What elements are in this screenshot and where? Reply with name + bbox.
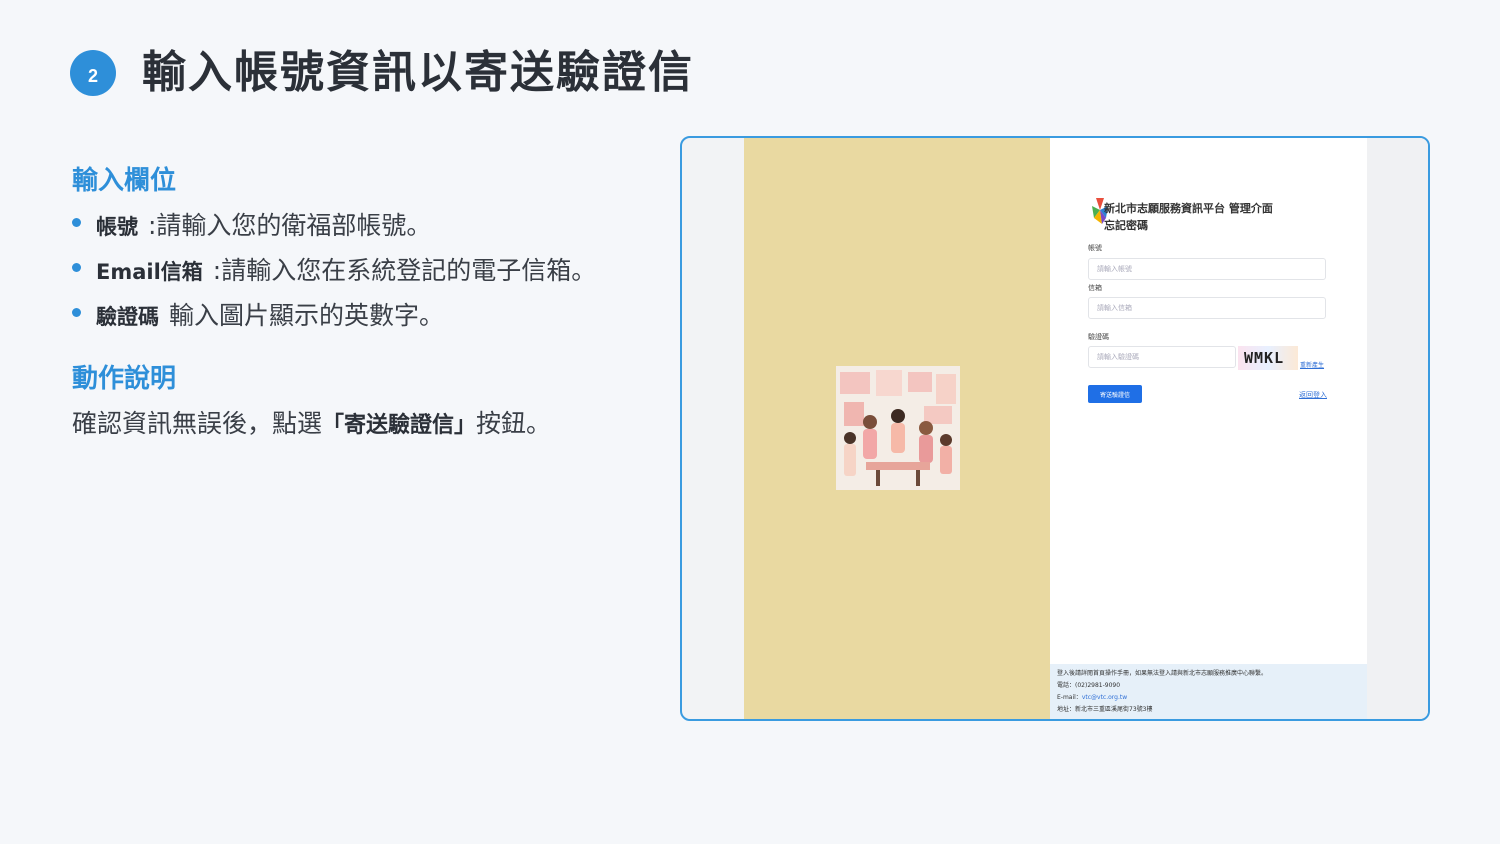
forgot-password-title: 忘記密碼 — [1104, 219, 1148, 232]
bullet-term: 帳號 — [96, 215, 138, 239]
step-number-badge: 2 — [70, 50, 116, 96]
forgot-password-form-panel: 新北市志願服務資訊平台 管理介面 忘記密碼 帳號 請輸入帳號 信箱 請輸入信箱 … — [1050, 138, 1367, 719]
right-margin-panel — [1367, 138, 1428, 719]
captcha-image: WMKL — [1238, 346, 1298, 370]
email-input[interactable]: 請輸入信箱 — [1088, 297, 1326, 319]
action-suffix: 按鈕。 — [476, 409, 552, 438]
footer-email-line: E-mail：vtc@vtc.org.tw — [1057, 692, 1360, 704]
action-heading: 動作說明 — [72, 364, 177, 394]
action-button-name: 「寄送驗證信」 — [322, 413, 477, 438]
footer-address: 地址：新北市三重區溪尾街73號3樓 — [1057, 706, 1153, 713]
bullet-email: Email信箱 :請輸入您在系統登記的電子信箱。 — [72, 251, 596, 296]
captcha-label: 驗證碼 — [1088, 333, 1109, 341]
footer-email-prefix: E-mail： — [1057, 694, 1082, 701]
footer-phone: 電話：(02)2981-9090 — [1057, 682, 1121, 689]
account-input[interactable]: 請輸入帳號 — [1088, 258, 1326, 280]
bullet-term: Email信箱 — [96, 260, 203, 284]
send-verification-button[interactable]: 寄送驗證信 — [1088, 385, 1142, 403]
screenshot-frame: 新北市志願服務資訊平台 管理介面 忘記密碼 帳號 請輸入帳號 信箱 請輸入信箱 … — [680, 136, 1430, 721]
yellow-side-panel — [744, 138, 1050, 719]
bullet-account: 帳號 :請輸入您的衛福部帳號。 — [72, 206, 596, 251]
bullet-desc: 輸入圖片顯示的英數字。 — [169, 301, 445, 330]
action-prefix: 確認資訊無誤後，點選 — [72, 409, 323, 438]
action-description: 確認資訊無誤後，點選「寄送驗證信」按鈕。 — [72, 404, 551, 440]
contact-footer: 登入後請詳閱首頁操作手冊，如果無法登入請與新北市志願服務推廣中心聯繫。 電話：(… — [1050, 664, 1367, 719]
account-label: 帳號 — [1088, 244, 1102, 252]
bullet-captcha: 驗證碼 輸入圖片顯示的英數字。 — [72, 296, 596, 341]
input-fields-heading: 輸入欄位 — [72, 166, 177, 196]
email-label: 信箱 — [1088, 284, 1102, 292]
bullet-desc: :請輸入您在系統登記的電子信箱。 — [212, 256, 597, 285]
captcha-input[interactable]: 請輸入驗證碼 — [1088, 346, 1236, 368]
refresh-captcha-link[interactable]: 重新產生 — [1300, 360, 1324, 369]
bullet-term: 驗證碼 — [96, 305, 159, 329]
platform-title: 新北市志願服務資訊平台 管理介面 — [1104, 202, 1273, 215]
volunteers-illustration — [836, 366, 960, 490]
footer-note: 登入後請詳閱首頁操作手冊，如果無法登入請與新北市志願服務推廣中心聯繫。 — [1057, 670, 1268, 677]
bullet-desc: :請輸入您的衛福部帳號。 — [148, 211, 432, 240]
input-field-bullet-list: 帳號 :請輸入您的衛福部帳號。 Email信箱 :請輸入您在系統登記的電子信箱。 驗… — [72, 206, 596, 341]
footer-email-link[interactable]: vtc@vtc.org.tw — [1082, 694, 1127, 701]
back-to-login-link[interactable]: 返回登入 — [1299, 390, 1327, 400]
slide-title: 輸入帳號資訊以寄送驗證信 — [142, 47, 694, 98]
